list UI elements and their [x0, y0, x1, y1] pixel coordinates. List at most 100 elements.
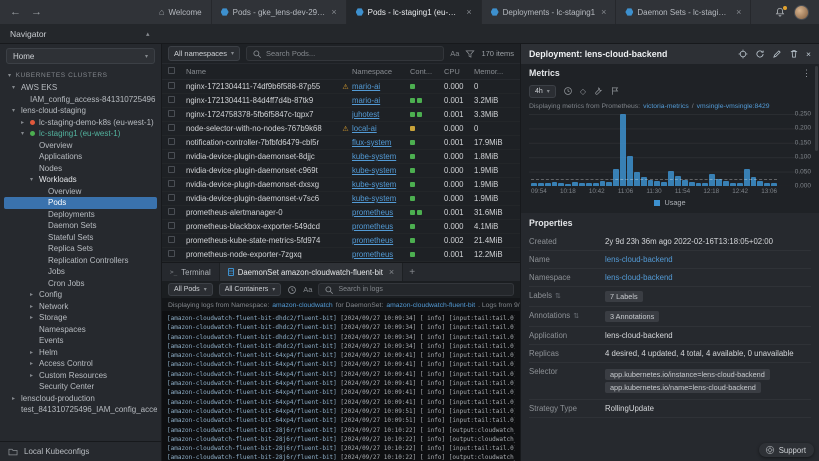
metrics-source-link[interactable]: victoria-metrics	[643, 103, 689, 110]
sidebar-item-stateful-sets[interactable]: Stateful Sets	[4, 232, 157, 244]
history-icon[interactable]	[563, 86, 573, 96]
tab-deployments-lc-staging1[interactable]: Deployments - lc-staging1 ×	[482, 0, 617, 24]
select-all-checkbox[interactable]	[168, 67, 175, 74]
close-tab-icon[interactable]: ×	[331, 7, 336, 17]
sidebar-item-custom-resources[interactable]: ▸ Custom Resources	[4, 370, 157, 382]
scrollbar-thumb[interactable]	[815, 66, 818, 151]
refresh-icon[interactable]	[755, 49, 765, 59]
sidebar-item-replica-sets[interactable]: Replica Sets	[4, 243, 157, 255]
legend-label[interactable]: Usage	[664, 198, 685, 207]
sidebar-item-overview[interactable]: Overview	[4, 140, 157, 152]
tab-welcome[interactable]: ⌂ Welcome	[150, 0, 212, 24]
sidebar-item-lenscloud-production[interactable]: ▸ lenscloud-production	[4, 393, 157, 405]
namespace-link[interactable]: mario-ai	[352, 96, 410, 105]
sidebar-item-config[interactable]: ▸ Config	[4, 289, 157, 301]
catalog-select[interactable]: Home ▾	[6, 48, 155, 64]
column-header-containers[interactable]: Cont...	[410, 67, 444, 76]
row-checkbox[interactable]	[168, 96, 175, 103]
selector-chip[interactable]: app.kubernetes.io/instance=lens-cloud-ba…	[605, 369, 770, 380]
row-checkbox[interactable]	[168, 82, 175, 89]
table-row[interactable]: nvidia-device-plugin-daemonset-8djjc kube…	[162, 150, 520, 164]
table-row[interactable]: prometheus-kube-state-metrics-5fd974 prom…	[162, 234, 520, 248]
column-header-namespace[interactable]: Namespace	[352, 67, 410, 76]
table-row[interactable]: nvidia-device-plugin-daemonset-c969t kube…	[162, 164, 520, 178]
wrench-icon[interactable]	[593, 86, 603, 96]
logs-containers-filter-select[interactable]: All Containers ▾	[218, 283, 282, 296]
sidebar-item-iam-config-access-841310725496[interactable]: IAM_config_access-841310725496	[4, 94, 157, 106]
row-checkbox[interactable]	[168, 208, 175, 215]
new-tab-button[interactable]: +	[403, 263, 421, 281]
table-row[interactable]: nvidia-device-plugin-daemonset-dxsxg kube…	[162, 178, 520, 192]
table-row[interactable]: prometheus-blackbox-exporter-549dcd prome…	[162, 220, 520, 234]
sidebar-item-aws-eks[interactable]: ▾ AWS EKS	[4, 82, 157, 94]
sidebar-item-workloads[interactable]: ▾ Workloads	[4, 174, 157, 186]
sidebar-section-kubernetes-clusters[interactable]: ▾ KUBERNETES CLUSTERS	[0, 68, 161, 82]
column-header-name[interactable]: Name	[186, 67, 339, 76]
close-icon[interactable]: ×	[806, 49, 811, 59]
logs-match-case-toggle[interactable]: Aa	[303, 285, 312, 294]
table-row[interactable]: node-selector-with-no-nodes-767b9k68 ⚠ loc…	[162, 122, 520, 136]
filter-icon[interactable]	[465, 49, 476, 59]
row-checkbox[interactable]	[168, 236, 175, 243]
diamond-icon[interactable]: ◇	[580, 87, 586, 96]
namespace-link[interactable]: kube-system	[352, 194, 410, 203]
row-checkbox[interactable]	[168, 110, 175, 117]
row-checkbox[interactable]	[168, 180, 175, 187]
detail-link[interactable]: lens-cloud-backend	[605, 255, 673, 264]
logs-daemonset-link[interactable]: amazon-cloudwatch-fluent-bit	[386, 302, 475, 309]
table-row[interactable]: nginx-1721304411-84d4ff7d4b-87tk9 mario-a…	[162, 94, 520, 108]
sidebar-item-access-control[interactable]: ▸ Access Control	[4, 358, 157, 370]
column-header-cpu[interactable]: CPU	[444, 67, 474, 76]
row-checkbox[interactable]	[168, 152, 175, 159]
close-tab-icon[interactable]: ×	[601, 7, 606, 17]
edit-icon[interactable]	[772, 49, 782, 59]
namespace-link[interactable]: local-ai	[352, 124, 410, 133]
sidebar-item-security-center[interactable]: Security Center	[4, 381, 157, 393]
nav-forward-button[interactable]: →	[31, 6, 42, 18]
row-checkbox[interactable]	[168, 138, 175, 145]
row-checkbox[interactable]	[168, 194, 175, 201]
sidebar-item-applications[interactable]: Applications	[4, 151, 157, 163]
table-row[interactable]: notification-controller-7bfbfd6479-cbl5r…	[162, 136, 520, 150]
row-checkbox[interactable]	[168, 250, 175, 257]
metrics-range-select[interactable]: 4h ▾	[529, 84, 556, 98]
close-tab-icon[interactable]: ×	[736, 7, 741, 17]
sidebar-item-jobs[interactable]: Jobs	[4, 266, 157, 278]
sort-toggle-icon[interactable]: ⇅	[555, 292, 561, 300]
sidebar-item-cron-jobs[interactable]: Cron Jobs	[4, 278, 157, 290]
sidebar-item-lc-staging1-eu-west-1[interactable]: ▾ lc-staging1 (eu-west-1)	[4, 128, 157, 140]
sidebar-item-helm[interactable]: ▸ Helm	[4, 347, 157, 359]
row-checkbox[interactable]	[168, 222, 175, 229]
property-chip[interactable]: 7 Labels	[605, 291, 643, 302]
notifications-bell-icon[interactable]	[775, 6, 787, 17]
table-row[interactable]: prometheus-node-exporter-7zgxq prometheus…	[162, 248, 520, 262]
logs-namespace-link[interactable]: amazon-cloudwatch	[272, 302, 332, 309]
locate-icon[interactable]	[738, 49, 748, 59]
sidebar-item-storage[interactable]: ▸ Storage	[4, 312, 157, 324]
sidebar-item-namespaces[interactable]: Namespaces	[4, 324, 157, 336]
table-row[interactable]: nginx-1724758378-5fb6f5847c-tqpx7 juhotes…	[162, 108, 520, 122]
kebab-menu-icon[interactable]: ⋮	[802, 68, 811, 79]
support-button[interactable]: Support	[758, 443, 814, 457]
row-checkbox[interactable]	[168, 166, 175, 173]
nav-back-button[interactable]: ←	[10, 6, 21, 18]
sidebar-item-nodes[interactable]: Nodes	[4, 163, 157, 175]
table-row[interactable]: prometheus-alertmanager-0 prometheus 0.001…	[162, 206, 520, 220]
sidebar-item-test-841310725496-iam-config-access[interactable]: test_841310725496_IAM_config_access	[4, 404, 157, 416]
namespace-link[interactable]: kube-system	[352, 166, 410, 175]
namespace-link[interactable]: kube-system	[352, 152, 410, 161]
namespace-link[interactable]: prometheus	[352, 250, 410, 259]
match-case-toggle[interactable]: Aa	[450, 49, 459, 58]
dock-tab-daemonset-amazon-cloudwatch-fluent-bit[interactable]: DaemonSet amazon-cloudwatch-fluent-bit ×	[219, 263, 404, 281]
logs-pods-filter-select[interactable]: All Pods ▾	[168, 283, 213, 296]
logs-output[interactable]: [amazon-cloudwatch-fluent-bit-dhdc2/flue…	[162, 311, 520, 461]
sort-toggle-icon[interactable]: ⇅	[573, 312, 579, 320]
namespace-link[interactable]: flux-system	[352, 138, 410, 147]
row-checkbox[interactable]	[168, 124, 175, 131]
namespace-link[interactable]: prometheus	[352, 236, 410, 245]
sidebar-item-pods[interactable]: Pods	[4, 197, 157, 209]
close-tab-icon[interactable]: ×	[466, 7, 471, 17]
table-row[interactable]: nginx-1721304411-74df9b6f588-87p55 ⚠ mario…	[162, 80, 520, 94]
table-row[interactable]: nvidia-device-plugin-daemonset-v7sc6 kube…	[162, 192, 520, 206]
selector-chip[interactable]: app.kubernetes.io/name=lens-cloud-backen…	[605, 382, 761, 393]
